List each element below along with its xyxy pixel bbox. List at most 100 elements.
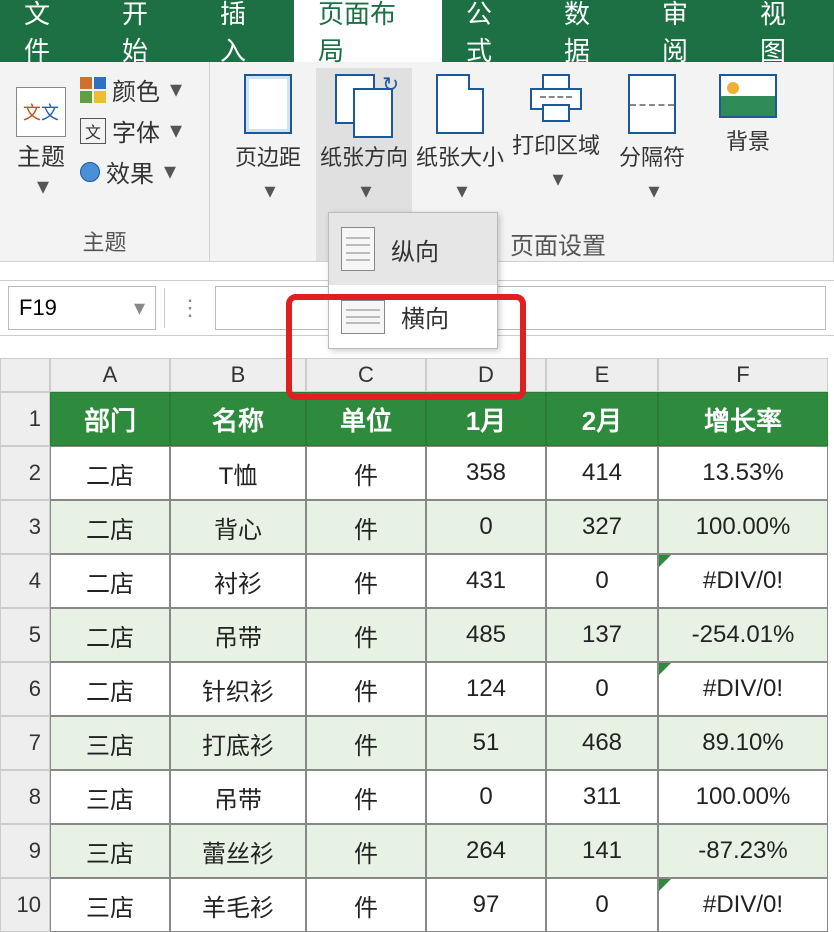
cell[interactable]: 431 bbox=[426, 554, 546, 608]
cell[interactable]: #DIV/0! bbox=[658, 554, 828, 608]
cell[interactable]: -254.01% bbox=[658, 608, 828, 662]
cell[interactable]: 0 bbox=[546, 554, 658, 608]
cell[interactable]: 三店 bbox=[50, 878, 170, 932]
cell[interactable]: 吊带 bbox=[170, 608, 306, 662]
col-header-a[interactable]: A bbox=[50, 358, 170, 392]
select-all-corner[interactable] bbox=[0, 358, 50, 392]
cell[interactable]: #DIV/0! bbox=[658, 662, 828, 716]
row-header[interactable]: 6 bbox=[0, 662, 50, 716]
cell[interactable]: 100.00% bbox=[658, 770, 828, 824]
row-header[interactable]: 5 bbox=[0, 608, 50, 662]
table-header[interactable]: 增长率 bbox=[658, 392, 828, 446]
table-header[interactable]: 名称 bbox=[170, 392, 306, 446]
cell[interactable]: 打底衫 bbox=[170, 716, 306, 770]
cell[interactable]: 0 bbox=[426, 500, 546, 554]
themes-button[interactable]: 文文 主题 ▾ bbox=[10, 68, 72, 219]
col-header-f[interactable]: F bbox=[658, 358, 828, 392]
row-header[interactable]: 4 bbox=[0, 554, 50, 608]
tab-page-layout[interactable]: 页面布局 bbox=[294, 0, 442, 62]
cell[interactable]: 衬衫 bbox=[170, 554, 306, 608]
cell[interactable]: 件 bbox=[306, 608, 426, 662]
row-header[interactable]: 10 bbox=[0, 878, 50, 932]
cell[interactable]: 三店 bbox=[50, 824, 170, 878]
cell[interactable]: 件 bbox=[306, 824, 426, 878]
cell[interactable]: 吊带 bbox=[170, 770, 306, 824]
orientation-label: 纸张方向 bbox=[320, 140, 408, 172]
cell[interactable]: 二店 bbox=[50, 554, 170, 608]
orientation-landscape-item[interactable]: 横向 bbox=[329, 285, 497, 348]
cell[interactable]: 羊毛衫 bbox=[170, 878, 306, 932]
table-header[interactable]: 部门 bbox=[50, 392, 170, 446]
effects-button[interactable]: 效果 ▾ bbox=[80, 154, 182, 189]
cell[interactable]: 二店 bbox=[50, 500, 170, 554]
cell[interactable]: 件 bbox=[306, 446, 426, 500]
breaks-button[interactable]: 分隔符 ▾ bbox=[604, 68, 700, 261]
cell[interactable]: 124 bbox=[426, 662, 546, 716]
cell[interactable]: 264 bbox=[426, 824, 546, 878]
cell[interactable]: 蕾丝衫 bbox=[170, 824, 306, 878]
tab-view[interactable]: 视图 bbox=[736, 0, 834, 62]
col-header-d[interactable]: D bbox=[426, 358, 546, 392]
table-header[interactable]: 1月 bbox=[426, 392, 546, 446]
col-header-e[interactable]: E bbox=[546, 358, 658, 392]
cell[interactable]: 141 bbox=[546, 824, 658, 878]
cell[interactable]: 件 bbox=[306, 878, 426, 932]
table-header[interactable]: 2月 bbox=[546, 392, 658, 446]
orientation-portrait-item[interactable]: 纵向 bbox=[329, 213, 497, 285]
background-label: 背景 bbox=[726, 124, 770, 156]
cell[interactable]: 二店 bbox=[50, 608, 170, 662]
col-header-c[interactable]: C bbox=[306, 358, 426, 392]
cell[interactable]: 针织衫 bbox=[170, 662, 306, 716]
background-button[interactable]: 背景 bbox=[700, 68, 796, 261]
tab-file[interactable]: 文件 bbox=[0, 0, 98, 62]
cell[interactable]: 件 bbox=[306, 716, 426, 770]
cell[interactable]: 件 bbox=[306, 500, 426, 554]
row-header[interactable]: 2 bbox=[0, 446, 50, 500]
cell[interactable]: 100.00% bbox=[658, 500, 828, 554]
col-header-b[interactable]: B bbox=[170, 358, 306, 392]
cell[interactable]: 13.53% bbox=[658, 446, 828, 500]
cell[interactable]: 二店 bbox=[50, 662, 170, 716]
formula-input[interactable] bbox=[215, 286, 826, 330]
cell[interactable]: 468 bbox=[546, 716, 658, 770]
cell[interactable]: 0 bbox=[546, 878, 658, 932]
cell[interactable]: 311 bbox=[546, 770, 658, 824]
cell[interactable]: 485 bbox=[426, 608, 546, 662]
tab-home[interactable]: 开始 bbox=[98, 0, 196, 62]
tab-review[interactable]: 审阅 bbox=[638, 0, 736, 62]
tab-insert[interactable]: 插入 bbox=[196, 0, 294, 62]
cell[interactable]: 二店 bbox=[50, 446, 170, 500]
row-header[interactable]: 1 bbox=[0, 392, 50, 446]
fonts-button[interactable]: 文 字体 ▾ bbox=[80, 113, 182, 148]
cell[interactable]: 327 bbox=[546, 500, 658, 554]
cell[interactable]: 97 bbox=[426, 878, 546, 932]
cell[interactable]: 0 bbox=[426, 770, 546, 824]
tab-data[interactable]: 数据 bbox=[540, 0, 638, 62]
cell[interactable]: 89.10% bbox=[658, 716, 828, 770]
cell[interactable]: 三店 bbox=[50, 716, 170, 770]
cell[interactable]: 51 bbox=[426, 716, 546, 770]
cell[interactable]: T恤 bbox=[170, 446, 306, 500]
orientation-menu: 纵向 横向 bbox=[328, 212, 498, 349]
cell[interactable]: 0 bbox=[546, 662, 658, 716]
cell[interactable]: -87.23% bbox=[658, 824, 828, 878]
cell[interactable]: 背心 bbox=[170, 500, 306, 554]
colors-button[interactable]: 颜色 ▾ bbox=[80, 72, 182, 107]
cell[interactable]: 三店 bbox=[50, 770, 170, 824]
cell[interactable]: 件 bbox=[306, 554, 426, 608]
cell[interactable]: 137 bbox=[546, 608, 658, 662]
cell[interactable]: #DIV/0! bbox=[658, 878, 828, 932]
margins-button[interactable]: 页边距 ▾ bbox=[220, 68, 316, 261]
row-header[interactable]: 7 bbox=[0, 716, 50, 770]
table-header[interactable]: 单位 bbox=[306, 392, 426, 446]
cell[interactable]: 358 bbox=[426, 446, 546, 500]
row-header[interactable]: 8 bbox=[0, 770, 50, 824]
cell[interactable]: 414 bbox=[546, 446, 658, 500]
tab-formula[interactable]: 公式 bbox=[442, 0, 540, 62]
name-box[interactable]: F19 ▾ bbox=[8, 286, 156, 330]
row-header[interactable]: 3 bbox=[0, 500, 50, 554]
row-header[interactable]: 9 bbox=[0, 824, 50, 878]
worksheet: A B C D E F 1 部门 名称 单位 1月 2月 增长率 2二店T恤件3… bbox=[0, 358, 834, 932]
cell[interactable]: 件 bbox=[306, 662, 426, 716]
cell[interactable]: 件 bbox=[306, 770, 426, 824]
